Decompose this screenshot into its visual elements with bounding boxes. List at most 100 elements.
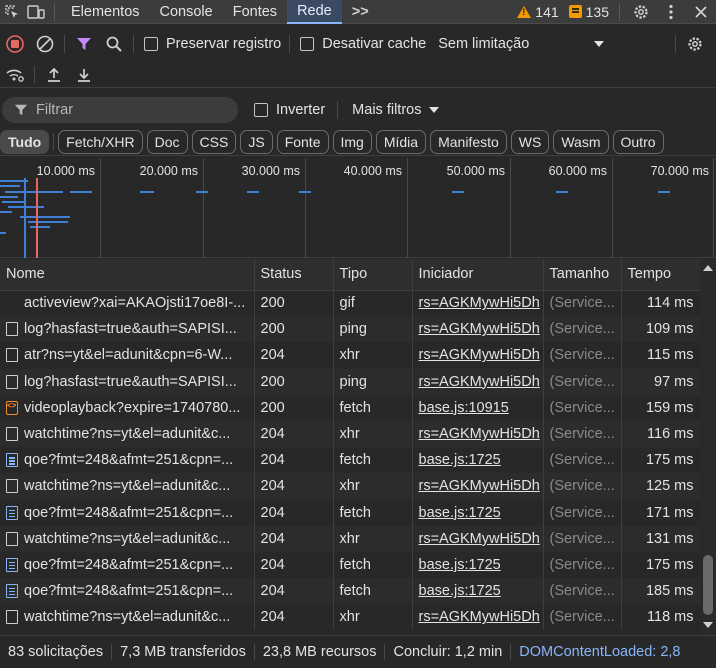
tab-elementos[interactable]: Elementos [61,0,150,24]
request-name: log?hasfast=true&auth=SAPISI... [6,321,253,337]
table-row[interactable]: log?hasfast=true&auth=SAPISI... 200 ping… [0,316,700,343]
request-name-cell[interactable]: qoe?fmt=248&afmt=251&cpn=... [0,551,255,579]
table-row[interactable]: qoe?fmt=248&afmt=251&cpn=... 204 fetch b… [0,499,700,526]
initiator-link[interactable]: rs=AGKMywHi5Dh [412,473,544,500]
settings-gear-icon[interactable] [626,0,656,24]
scroll-down-arrow-icon[interactable] [703,622,713,628]
download-icon[interactable] [69,62,99,88]
request-name-cell[interactable]: qoe?fmt=248&afmt=251&cpn=... [0,578,255,605]
request-name-cell[interactable]: videoplayback?expire=1740780... [0,394,255,421]
initiator-link[interactable]: base.js:1725 [412,551,544,579]
request-name-cell[interactable]: watchtime?ns=yt&el=adunit&c... [0,525,255,552]
table-scrollbar[interactable] [700,259,716,634]
table-row[interactable]: qoe?fmt=248&afmt=251&cpn=... 204 fetch b… [0,578,700,605]
type-filter-ws[interactable]: WS [510,129,550,154]
table-row[interactable]: log?hasfast=true&auth=SAPISI... 200 ping… [0,368,700,395]
request-name-cell[interactable]: watchtime?ns=yt&el=adunit&c... [0,420,255,448]
preserve-log-checkbox[interactable]: Preservar registro [144,36,281,52]
column-header-nome[interactable]: Nome [0,259,255,291]
network-conditions-icon[interactable] [0,62,30,88]
search-icon[interactable] [99,31,129,57]
table-row[interactable]: watchtime?ns=yt&el=adunit&c... 204 xhr r… [0,473,700,500]
table-row[interactable]: atr?ns=yt&el=adunit&cpn=6-W... 204 xhr r… [0,342,700,369]
checkbox-box[interactable] [144,37,158,51]
initiator-link[interactable]: base.js:1725 [412,499,544,526]
initiator-link[interactable]: base.js:1725 [412,578,544,605]
type-filter-wasm[interactable]: Wasm [553,129,609,154]
initiator-link[interactable]: rs=AGKMywHi5Dh [412,420,544,448]
type-filter-doc[interactable]: Doc [146,129,188,154]
scroll-up-arrow-icon[interactable] [703,265,713,271]
table-row[interactable]: qoe?fmt=248&afmt=251&cpn=... 204 fetch b… [0,447,700,474]
request-name-cell[interactable]: log?hasfast=true&auth=SAPISI... [0,368,255,395]
toolbar-divider-3 [289,35,291,53]
table-row[interactable]: activeview?xai=AKAOjsti17oe8I-... 200 gi… [0,290,700,317]
type-filter-outro[interactable]: Outro [612,129,664,154]
network-settings-gear-icon[interactable] [680,31,710,57]
timeline-gridline [305,158,306,258]
table-row[interactable]: watchtime?ns=yt&el=adunit&c... 204 xhr r… [0,525,700,552]
table-row[interactable]: qoe?fmt=248&afmt=251&cpn=... 204 fetch b… [0,551,700,579]
throttling-select[interactable]: Sem limitação [438,36,606,52]
request-name-cell[interactable]: activeview?xai=AKAOjsti17oe8I-... [0,290,255,317]
type-filter-tudo[interactable]: Tudo [0,129,50,154]
table-row[interactable]: watchtime?ns=yt&el=adunit&c... 204 xhr r… [0,604,700,631]
table-row[interactable]: watchtime?ns=yt&el=adunit&c... 204 xhr r… [0,420,700,448]
column-header-tamanho[interactable]: Tamanho [543,259,622,291]
issues-badge[interactable]: 135 [568,4,609,20]
table-row[interactable]: videoplayback?expire=1740780... 200 fetc… [0,394,700,421]
request-name-cell[interactable]: log?hasfast=true&auth=SAPISI... [0,316,255,343]
initiator-link[interactable]: rs=AGKMywHi5Dh [412,316,544,343]
invert-checkbox[interactable]: Inverter [254,102,325,118]
column-header-tipo[interactable]: Tipo [333,259,413,291]
scrollbar-thumb[interactable] [703,555,713,615]
record-icon[interactable] [0,31,30,57]
file-icon [6,348,18,363]
type-filter-midia[interactable]: Mídia [375,129,427,154]
status-cell: 204 [254,578,334,605]
toolbar-divider [64,35,65,53]
column-header-tempo[interactable]: Tempo [621,259,700,291]
warnings-badge[interactable]: 141 [517,4,559,20]
checkbox-box[interactable] [254,103,268,117]
type-filter-fonte[interactable]: Fonte [276,129,329,154]
request-name-cell[interactable]: watchtime?ns=yt&el=adunit&c... [0,604,255,631]
more-filters-dropdown[interactable]: Mais filtros [352,102,441,118]
tab-rede[interactable]: Rede [287,0,342,24]
filter-funnel-icon[interactable] [69,31,99,57]
more-options-icon[interactable] [656,0,686,24]
clear-icon[interactable] [30,31,60,57]
request-name-cell[interactable]: qoe?fmt=248&afmt=251&cpn=... [0,499,255,526]
initiator-link[interactable]: base.js:1725 [412,447,544,474]
device-toolbar-icon[interactable] [24,0,48,24]
waterfall-bar [28,221,68,223]
time-cell: 97 ms [621,368,700,395]
filter-field[interactable] [2,97,238,123]
request-name-cell[interactable]: atr?ns=yt&el=adunit&cpn=6-W... [0,342,255,369]
checkbox-box[interactable] [300,37,315,51]
disable-cache-checkbox[interactable]: Desativar cache [300,36,426,52]
type-filter-manifesto[interactable]: Manifesto [430,129,507,154]
initiator-link[interactable]: rs=AGKMywHi5Dh [412,368,544,395]
initiator-link[interactable]: rs=AGKMywHi5Dh [412,290,544,317]
column-header-iniciador[interactable]: Iniciador [412,259,544,291]
more-tabs-button[interactable]: >> [342,0,379,24]
type-filter-js[interactable]: JS [240,129,273,154]
tab-fontes[interactable]: Fontes [223,0,287,24]
type-filter-fetch-xhr[interactable]: Fetch/XHR [58,129,143,154]
tab-console[interactable]: Console [150,0,223,24]
initiator-link[interactable]: base.js:10915 [412,394,544,421]
type-filter-img[interactable]: Img [332,129,372,154]
upload-icon[interactable] [39,62,69,88]
column-header-status[interactable]: Status [254,259,334,291]
request-name-cell[interactable]: watchtime?ns=yt&el=adunit&c... [0,473,255,500]
filter-input[interactable] [36,102,216,118]
initiator-link[interactable]: rs=AGKMywHi5Dh [412,525,544,552]
initiator-link[interactable]: rs=AGKMywHi5Dh [412,342,544,369]
close-icon[interactable] [686,0,716,24]
inspect-element-icon[interactable] [0,0,24,24]
type-filter-css[interactable]: CSS [191,129,237,154]
network-overview-timeline[interactable]: 10.000 ms 20.000 ms 30.000 ms 40.000 ms … [0,158,716,258]
initiator-link[interactable]: rs=AGKMywHi5Dh [412,604,544,631]
request-name-cell[interactable]: qoe?fmt=248&afmt=251&cpn=... [0,447,255,474]
